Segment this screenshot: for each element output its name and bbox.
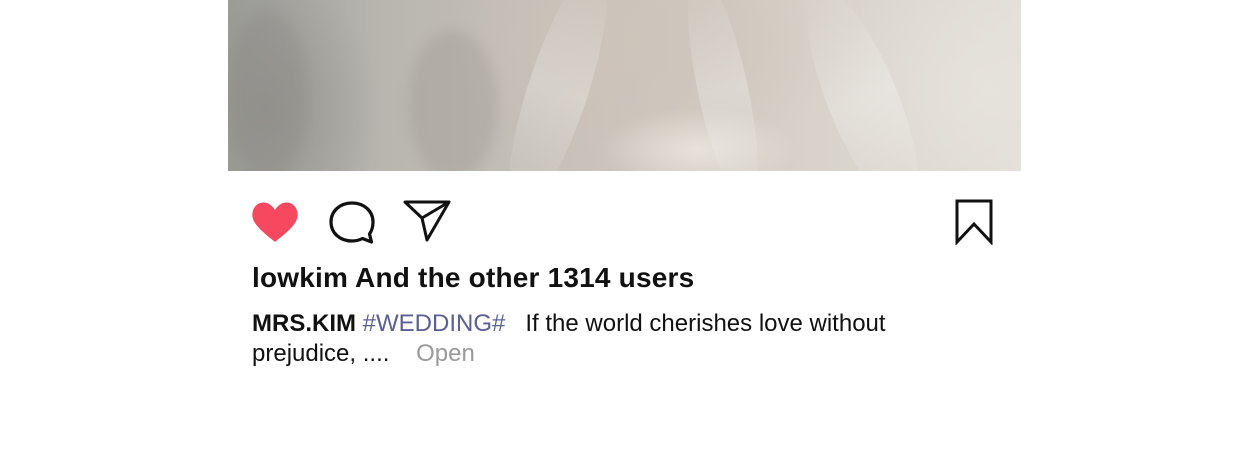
- post-caption: MRS.KIM #WEDDING# If the world cherishes…: [252, 309, 952, 369]
- comment-button[interactable]: [329, 200, 375, 244]
- heart-filled-icon: [252, 202, 298, 242]
- photo-fold: [785, 0, 941, 171]
- save-button[interactable]: [955, 199, 993, 245]
- paper-plane-icon: [403, 200, 451, 242]
- photo-fold: [489, 0, 627, 171]
- bookmark-icon: [955, 199, 993, 245]
- photo-fold: [673, 0, 773, 171]
- share-button[interactable]: [403, 199, 451, 243]
- post-photo[interactable]: [228, 0, 1021, 171]
- likes-count[interactable]: lowkim And the other 1314 users: [252, 262, 694, 294]
- photo-shadow: [408, 30, 498, 171]
- photo-shadow: [228, 10, 308, 171]
- caption-author[interactable]: MRS.KIM: [252, 310, 356, 337]
- speech-bubble-icon: [329, 201, 375, 244]
- like-button[interactable]: [250, 200, 300, 244]
- post-action-bar: [228, 171, 1021, 251]
- caption-hashtag[interactable]: #WEDDING#: [363, 310, 506, 337]
- feed-post: lowkim And the other 1314 users MRS.KIM …: [0, 0, 1250, 476]
- caption-more-link[interactable]: Open: [416, 340, 475, 367]
